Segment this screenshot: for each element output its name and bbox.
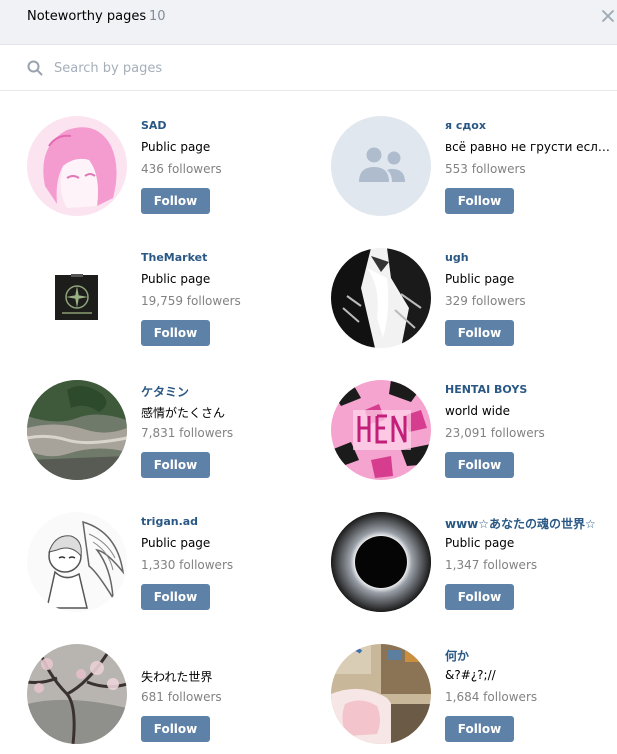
follow-button[interactable]: Follow xyxy=(141,452,210,478)
search-icon xyxy=(27,60,43,76)
page-card: SAD Public page 436 followers Follow xyxy=(27,116,327,226)
page-name[interactable]: я сдох xyxy=(445,119,486,132)
page-card: ugh Public page 329 followers Follow xyxy=(331,248,617,358)
page-card: www☆あなたの魂の世界☆ Public page 1,347 follower… xyxy=(331,512,617,622)
page-description: world wide xyxy=(445,404,511,418)
page-description: Public page xyxy=(445,272,515,286)
followers-count: 681 followers xyxy=(141,690,222,704)
follow-button[interactable]: Follow xyxy=(445,320,514,346)
page-name[interactable]: trigan.ad xyxy=(141,515,198,528)
page-description: 感情がたくさん xyxy=(141,406,226,420)
community-placeholder-icon[interactable] xyxy=(331,116,431,216)
follow-button[interactable]: Follow xyxy=(445,188,514,214)
follow-button[interactable]: Follow xyxy=(141,188,210,214)
anime-room-avatar[interactable] xyxy=(331,644,431,744)
page-description: 失われた世界 xyxy=(141,670,213,684)
followers-count: 1,330 followers xyxy=(141,558,234,572)
followers-count: 1,347 followers xyxy=(445,558,538,572)
page-name[interactable]: ケタミン xyxy=(141,383,189,400)
page-name[interactable]: HENTAI BOYS xyxy=(445,383,527,396)
pink-anime-girl-avatar[interactable] xyxy=(27,116,127,216)
pink-camo-avatar[interactable] xyxy=(331,380,431,480)
page-description: Public page xyxy=(141,536,211,550)
followers-count: 7,831 followers xyxy=(141,426,234,440)
manga-bw-avatar[interactable] xyxy=(331,248,431,348)
page-description: всё равно не грусти если з... xyxy=(445,140,615,154)
page-name[interactable]: 何か xyxy=(445,647,469,664)
page-card: 何か &?#¿?;// 1,684 followers Follow xyxy=(331,644,617,754)
modal-header: Noteworthy pages 10 xyxy=(0,0,617,45)
close-icon[interactable] xyxy=(601,9,615,23)
follow-button[interactable]: Follow xyxy=(141,584,210,610)
followers-count: 19,759 followers xyxy=(141,294,241,308)
page-name[interactable]: www☆あなたの魂の世界☆ xyxy=(445,515,596,532)
page-name[interactable]: ugh xyxy=(445,251,469,264)
follow-button[interactable]: Follow xyxy=(445,716,514,742)
followers-count: 1,684 followers xyxy=(445,690,538,704)
river-photo-avatar[interactable] xyxy=(27,380,127,480)
page-name[interactable]: SAD xyxy=(141,119,167,132)
page-card: я сдох всё равно не грусти если з... 553… xyxy=(331,116,617,226)
page-description: Public page xyxy=(141,272,211,286)
page-description: Public page xyxy=(141,140,211,154)
page-name[interactable]: TheMarket xyxy=(141,251,207,264)
follow-button[interactable]: Follow xyxy=(141,320,210,346)
winged-sketch-avatar[interactable] xyxy=(27,512,127,612)
cherry-blossom-avatar[interactable] xyxy=(27,644,127,744)
search-input[interactable] xyxy=(54,57,574,79)
followers-count: 329 followers xyxy=(445,294,526,308)
pages-count: 10 xyxy=(149,9,166,24)
page-card: HENTAI BOYS world wide 23,091 followers … xyxy=(331,380,617,490)
page-card: TheMarket Public page 19,759 followers F… xyxy=(27,248,327,358)
followers-count: 436 followers xyxy=(141,162,222,176)
page-card: 失われた世界 681 followers Follow xyxy=(27,644,327,754)
followers-count: 23,091 followers xyxy=(445,426,545,440)
follow-button[interactable]: Follow xyxy=(445,452,514,478)
compass-patch-avatar[interactable] xyxy=(27,248,127,348)
search-bar xyxy=(0,45,617,91)
followers-count: 553 followers xyxy=(445,162,526,176)
modal-title: Noteworthy pages xyxy=(27,9,147,24)
follow-button[interactable]: Follow xyxy=(141,716,210,742)
eclipse-avatar[interactable] xyxy=(331,512,431,612)
page-description: Public page xyxy=(445,536,515,550)
page-card: trigan.ad Public page 1,330 followers Fo… xyxy=(27,512,327,622)
follow-button[interactable]: Follow xyxy=(445,584,514,610)
page-description: &?#¿?;// xyxy=(445,668,496,682)
page-card: ケタミン 感情がたくさん 7,831 followers Follow xyxy=(27,380,327,490)
